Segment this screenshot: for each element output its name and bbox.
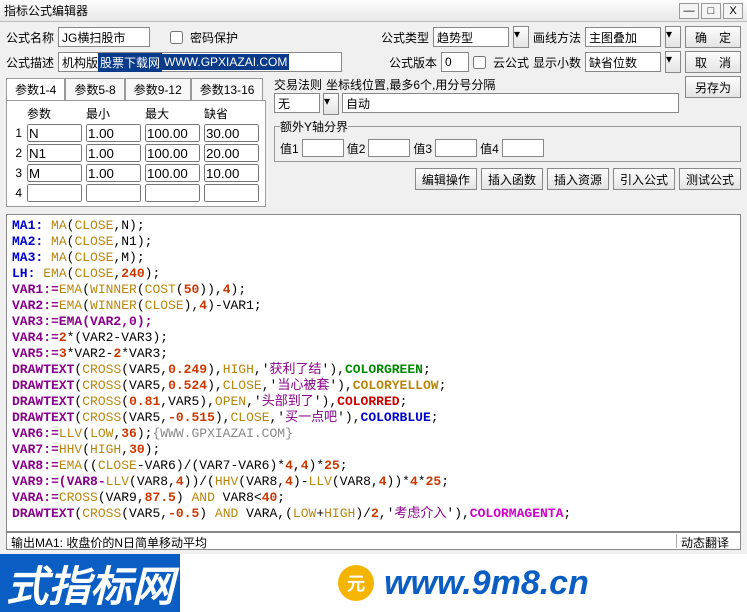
watermark-banner: 式指标网 元 www.9m8.cn: [0, 554, 747, 612]
ok-button[interactable]: 确 定: [685, 26, 741, 48]
label-extra-y: 额外Y轴分界: [280, 118, 348, 135]
param-name-input[interactable]: [27, 144, 82, 162]
param-row: 4: [11, 183, 261, 203]
decimal-dropdown-icon[interactable]: ▾: [665, 51, 681, 73]
draw-dropdown-icon[interactable]: ▾: [665, 26, 681, 48]
param-min-input[interactable]: [86, 144, 141, 162]
import-formula-button[interactable]: 引入公式: [613, 168, 675, 190]
tab-params-5-8[interactable]: 参数5-8: [65, 78, 124, 100]
param-def-input[interactable]: [204, 144, 259, 162]
status-text: 输出MA1: 收盘价的N日简单移动平均: [11, 534, 676, 548]
label-decimal: 显示小数: [533, 54, 581, 71]
maximize-button[interactable]: □: [701, 3, 721, 19]
param-row: 1: [11, 123, 261, 143]
insert-resource-button[interactable]: 插入资源: [547, 168, 609, 190]
label-version: 公式版本: [389, 54, 437, 71]
label-draw: 画线方法: [533, 29, 581, 46]
label-coord-hint: 坐标线位置,最多6个,用分号分隔: [326, 76, 679, 93]
label-password: 密码保护: [190, 29, 238, 46]
param-tabs: 参数1-4 参数5-8 参数9-12 参数13-16: [6, 78, 266, 100]
test-formula-button[interactable]: 测试公式: [679, 168, 741, 190]
label-desc: 公式描述: [6, 54, 54, 71]
param-max-input[interactable]: [145, 184, 200, 202]
param-row: 2: [11, 143, 261, 163]
tab-params-1-4[interactable]: 参数1-4: [6, 78, 65, 100]
type-select[interactable]: [433, 27, 509, 47]
status-translate: 动态翻译: [676, 534, 736, 548]
param-name-input[interactable]: [27, 164, 82, 182]
decimal-select[interactable]: [585, 52, 661, 72]
cancel-button[interactable]: 取 消: [685, 51, 741, 73]
param-min-input[interactable]: [86, 124, 141, 142]
param-name-input[interactable]: [27, 124, 82, 142]
extra-y-group: 额外Y轴分界 值1 值2 值3 值4: [274, 118, 741, 162]
name-input[interactable]: [58, 27, 150, 47]
param-col-min: 最小: [84, 104, 143, 123]
cloud-checkbox[interactable]: [473, 56, 486, 69]
label-cloud: 云公式: [493, 54, 529, 71]
param-def-input[interactable]: [204, 184, 259, 202]
param-def-input[interactable]: [204, 124, 259, 142]
param-row: 3: [11, 163, 261, 183]
param-max-input[interactable]: [145, 144, 200, 162]
rule-dropdown-icon[interactable]: ▾: [323, 93, 339, 115]
label-trade-rule: 交易法则: [274, 76, 322, 93]
label-name: 公式名称: [6, 29, 54, 46]
tab-params-9-12[interactable]: 参数9-12: [125, 78, 191, 100]
insert-function-button[interactable]: 插入函数: [481, 168, 543, 190]
param-min-input[interactable]: [86, 184, 141, 202]
tab-params-13-16[interactable]: 参数13-16: [191, 78, 264, 100]
y1-input[interactable]: [302, 139, 344, 157]
close-button[interactable]: X: [723, 3, 743, 19]
saveas-button[interactable]: 另存为: [685, 76, 741, 98]
param-max-input[interactable]: [145, 164, 200, 182]
type-dropdown-icon[interactable]: ▾: [513, 26, 529, 48]
y3-input[interactable]: [435, 139, 477, 157]
titlebar: 指标公式编辑器 — □ X: [0, 0, 747, 22]
y2-input[interactable]: [368, 139, 410, 157]
rule-select[interactable]: [274, 93, 320, 113]
param-name-input[interactable]: [27, 184, 82, 202]
status-bar: 输出MA1: 收盘价的N日简单移动平均 动态翻译: [6, 532, 741, 550]
password-checkbox[interactable]: [170, 31, 183, 44]
param-panel: 参数 最小 最大 缺省 1 2 3 4: [6, 100, 266, 207]
window-title: 指标公式编辑器: [4, 2, 677, 19]
label-type: 公式类型: [381, 29, 429, 46]
param-min-input[interactable]: [86, 164, 141, 182]
y4-input[interactable]: [502, 139, 544, 157]
desc-input[interactable]: 机构版 股票下载网 WWW.GPXIAZAI.COM: [58, 52, 342, 72]
param-def-input[interactable]: [204, 164, 259, 182]
code-editor[interactable]: MA1: MA(CLOSE,N); MA2: MA(CLOSE,N1); MA3…: [6, 214, 741, 532]
param-col-name: 参数: [25, 104, 84, 123]
param-col-max: 最大: [143, 104, 202, 123]
coord-input[interactable]: [342, 93, 679, 113]
banner-logo-icon: 元: [338, 565, 374, 601]
minimize-button[interactable]: —: [679, 3, 699, 19]
draw-select[interactable]: [585, 27, 661, 47]
param-col-def: 缺省: [202, 104, 261, 123]
param-max-input[interactable]: [145, 124, 200, 142]
version-input[interactable]: [441, 52, 469, 72]
edit-op-button[interactable]: 编辑操作: [415, 168, 477, 190]
banner-url: www.9m8.cn: [384, 564, 589, 603]
banner-left: 式指标网: [0, 554, 180, 612]
